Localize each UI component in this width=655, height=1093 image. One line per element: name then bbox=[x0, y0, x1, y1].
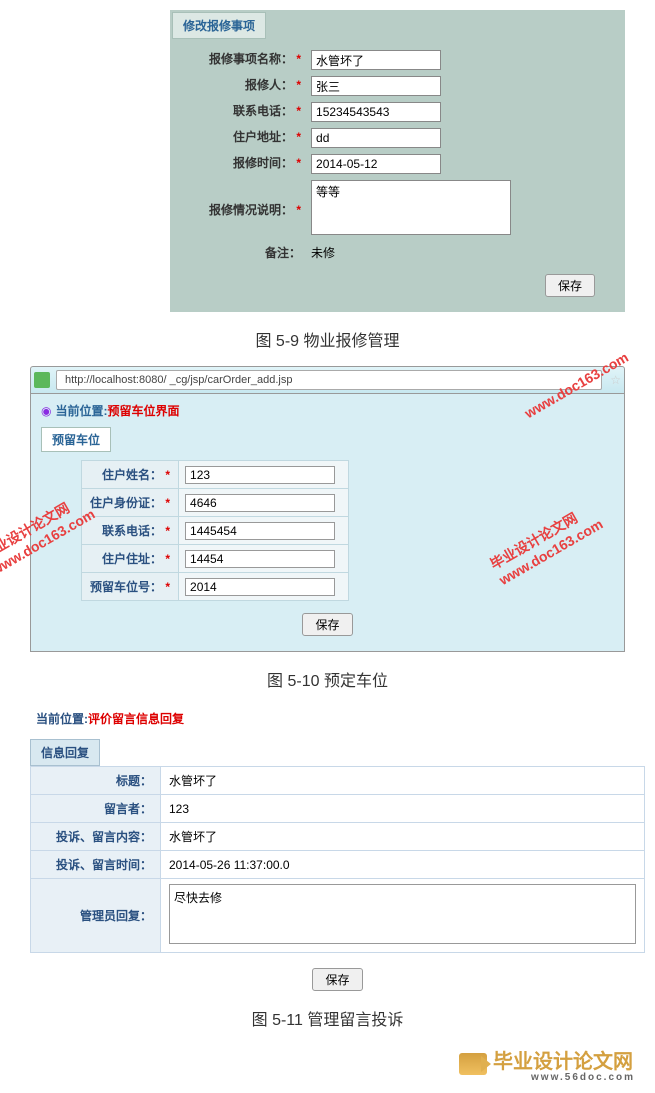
star-icon[interactable]: ☆ bbox=[610, 373, 621, 387]
parking-form: 住户姓名： * 住户身份证： * 联系电话： * 住户住址： * 预留车位号： … bbox=[81, 460, 349, 601]
reply-label: 管理员回复： bbox=[31, 879, 161, 953]
breadcrumb: ◉ 当前位置:预留车位界面 bbox=[41, 402, 614, 419]
breadcrumb-label: 当前位置: bbox=[55, 404, 107, 418]
required-mark: * bbox=[296, 156, 301, 170]
message-reply-panel: 当前位置:评价留言信息回复 信息回复 标题： 水管坏了 留言者： 123 投诉、… bbox=[30, 706, 645, 991]
save-button[interactable]: 保存 bbox=[312, 968, 362, 991]
required-mark: * bbox=[165, 580, 170, 594]
url-input[interactable]: http://localhost:8080/ _cg/jsp/carOrder_… bbox=[56, 370, 602, 390]
breadcrumb-path: 预留车位界面 bbox=[107, 404, 179, 418]
time-label: 报修时间： bbox=[233, 156, 293, 170]
footer-logo: 毕业设计论文网 www.56doc.com bbox=[0, 1045, 635, 1083]
panel-title: 修改报修事项 bbox=[172, 12, 266, 39]
remark-label: 备注： bbox=[265, 246, 301, 260]
time-value: 2014-05-26 11:37:00.0 bbox=[161, 851, 645, 879]
address-label: 住户地址： bbox=[233, 130, 293, 144]
required-mark: * bbox=[296, 78, 301, 92]
resident-name-input[interactable] bbox=[185, 466, 335, 484]
title-value: 水管坏了 bbox=[161, 767, 645, 795]
logo-name: 毕业设计论文网 bbox=[493, 1051, 633, 1073]
bullet-icon: ◉ bbox=[41, 404, 51, 418]
desc-textarea[interactable] bbox=[311, 180, 511, 235]
title-label: 标题： bbox=[31, 767, 161, 795]
remark-value: 未修 bbox=[307, 241, 515, 264]
content-label: 投诉、留言内容： bbox=[31, 823, 161, 851]
figure-caption-5-10: 图 5-10 预定车位 bbox=[0, 667, 655, 691]
author-value: 123 bbox=[161, 795, 645, 823]
panel-title: 信息回复 bbox=[30, 739, 100, 766]
phone-input[interactable] bbox=[185, 522, 335, 540]
phone-input[interactable] bbox=[311, 102, 441, 122]
save-button[interactable]: 保存 bbox=[302, 613, 352, 636]
required-mark: * bbox=[165, 552, 170, 566]
required-mark: * bbox=[165, 496, 170, 510]
figure-caption-5-11: 图 5-11 管理留言投诉 bbox=[0, 1006, 655, 1030]
browser-address-bar: http://localhost:8080/ _cg/jsp/carOrder_… bbox=[30, 366, 625, 394]
repair-form: 报修事项名称： * 报修人： * 联系电话： * 住户地址： * 报修时间： *… bbox=[205, 47, 515, 264]
reply-textarea[interactable] bbox=[169, 884, 636, 944]
resident-id-input[interactable] bbox=[185, 494, 335, 512]
address-input[interactable] bbox=[311, 128, 441, 148]
address-label: 住户住址： bbox=[102, 552, 162, 566]
parking-input[interactable] bbox=[185, 578, 335, 596]
figure-caption-5-9: 图 5-9 物业报修管理 bbox=[0, 327, 655, 351]
address-input[interactable] bbox=[185, 550, 335, 568]
parking-reserve-panel: http://localhost:8080/ _cg/jsp/carOrder_… bbox=[30, 366, 625, 652]
required-mark: * bbox=[296, 203, 301, 217]
required-mark: * bbox=[296, 52, 301, 66]
breadcrumb-label: 当前位置: bbox=[36, 712, 88, 726]
phone-label: 联系电话： bbox=[233, 104, 293, 118]
time-input[interactable] bbox=[311, 154, 441, 174]
resident-id-label: 住户身份证： bbox=[90, 496, 162, 510]
logo-url: www.56doc.com bbox=[493, 1072, 635, 1083]
author-label: 留言者： bbox=[31, 795, 161, 823]
required-mark: * bbox=[165, 468, 170, 482]
required-mark: * bbox=[165, 524, 170, 538]
reporter-input[interactable] bbox=[311, 76, 441, 96]
resident-name-label: 住户姓名： bbox=[102, 468, 162, 482]
required-mark: * bbox=[296, 130, 301, 144]
breadcrumb-path: 评价留言信息回复 bbox=[88, 712, 184, 726]
repair-edit-panel: 修改报修事项 报修事项名称： * 报修人： * 联系电话： * 住户地址： * … bbox=[170, 10, 625, 312]
tab-title: 预留车位 bbox=[41, 427, 111, 452]
repair-name-input[interactable] bbox=[311, 50, 441, 70]
save-button[interactable]: 保存 bbox=[545, 274, 595, 297]
reporter-label: 报修人： bbox=[245, 78, 293, 92]
browser-icon bbox=[34, 372, 50, 388]
parking-label: 预留车位号： bbox=[90, 580, 162, 594]
time-label: 投诉、留言时间： bbox=[31, 851, 161, 879]
phone-label: 联系电话： bbox=[102, 524, 162, 538]
book-icon bbox=[459, 1053, 487, 1075]
repair-name-label: 报修事项名称： bbox=[209, 52, 293, 66]
breadcrumb: 当前位置:评价留言信息回复 bbox=[30, 706, 645, 731]
required-mark: * bbox=[296, 104, 301, 118]
content-value: 水管坏了 bbox=[161, 823, 645, 851]
desc-label: 报修情况说明： bbox=[209, 203, 293, 217]
